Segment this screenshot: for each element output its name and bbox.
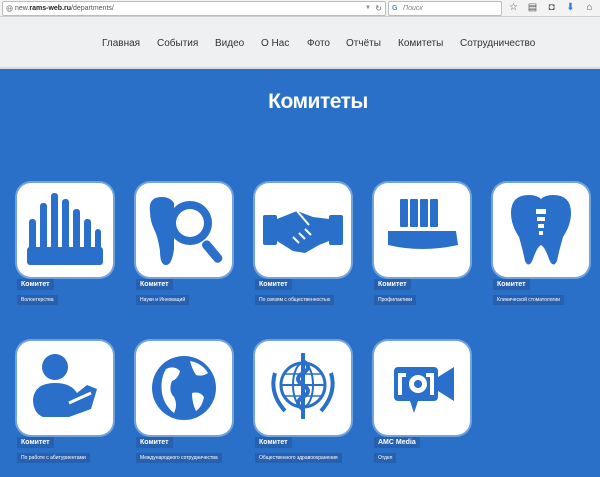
- committee-card-international[interactable]: Комитет Международного сотрудничества: [136, 341, 232, 471]
- site-header: Главная События Видео О Нас Фото Отчёты …: [0, 17, 600, 69]
- card-title: Комитет: [136, 279, 173, 290]
- dropdown-arrow-icon[interactable]: ▼: [365, 2, 371, 15]
- card-title: AMC Media: [374, 437, 420, 448]
- card-title: Комитет: [136, 437, 173, 448]
- address-url: new.rams-web.ru/departments/: [15, 5, 114, 12]
- card-title: Комитет: [255, 279, 292, 290]
- committee-card-prevention[interactable]: Комитет Профилактики: [374, 183, 470, 313]
- google-icon: G: [392, 5, 398, 12]
- video-camera-icon: [394, 367, 454, 413]
- nav-item-events[interactable]: События: [157, 38, 198, 49]
- main-content: Комитеты Комитет Волонтерства Комитет На…: [0, 69, 600, 477]
- card-title: Комитет: [255, 437, 292, 448]
- nav-item-reports[interactable]: Отчёты: [346, 38, 381, 49]
- nav-item-home[interactable]: Главная: [102, 38, 140, 49]
- handshake-icon: [263, 210, 343, 253]
- reading-list-icon[interactable]: ▤: [527, 2, 538, 13]
- browser-toolbar: new.rams-web.ru/departments/ ▼ ↻ G Поиск…: [0, 0, 600, 17]
- toothbrush-icon: [388, 199, 458, 249]
- pocket-icon[interactable]: ◘: [546, 2, 557, 13]
- nav-item-photo[interactable]: Фото: [307, 38, 330, 49]
- committee-card-science[interactable]: Комитет Науки и Инноваций: [136, 183, 232, 313]
- card-subtitle: Науки и Инноваций: [136, 295, 190, 305]
- committee-card-public-relations[interactable]: Комитет По связям с общественностью: [255, 183, 351, 313]
- bookmark-star-icon[interactable]: ☆: [508, 2, 519, 13]
- card-subtitle: Профилактики: [374, 295, 417, 305]
- globe-icon: [152, 356, 216, 420]
- search-bar[interactable]: G Поиск: [388, 1, 502, 16]
- student-reading-icon: [33, 354, 97, 417]
- card-subtitle: Волонтерства: [17, 295, 58, 305]
- home-icon[interactable]: ⌂: [584, 2, 595, 13]
- tooth-implant-icon: [511, 195, 571, 265]
- card-subtitle: Отдел: [374, 453, 397, 463]
- reload-icon[interactable]: ↻: [375, 2, 382, 15]
- card-title: Комитет: [374, 279, 411, 290]
- card-title: Комитет: [493, 279, 530, 290]
- committee-card-volunteering[interactable]: Комитет Волонтерства: [17, 183, 113, 313]
- volunteer-hands-icon: [27, 193, 103, 265]
- nav-item-about[interactable]: О Нас: [261, 38, 289, 49]
- card-subtitle: Клинической стоматологии: [493, 295, 564, 305]
- nav-item-cooperation[interactable]: Сотрудничество: [460, 38, 535, 49]
- tooth-magnifier-icon: [149, 197, 223, 265]
- who-emblem-icon: [271, 353, 335, 419]
- address-bar[interactable]: new.rams-web.ru/departments/ ▼ ↻: [2, 1, 386, 16]
- card-title: Комитет: [17, 437, 54, 448]
- card-title: Комитет: [17, 279, 54, 290]
- card-subtitle: По работе с абитуриентами: [17, 453, 90, 463]
- committee-card-amc-media[interactable]: AMC Media Отдел: [374, 341, 470, 471]
- card-subtitle: По связям с общественностью: [255, 295, 335, 305]
- nav-item-video[interactable]: Видео: [215, 38, 244, 49]
- nav-item-committees[interactable]: Комитеты: [398, 38, 443, 49]
- committee-card-clinical-dentistry[interactable]: Комитет Клинической стоматологии: [493, 183, 589, 313]
- committee-card-applicants[interactable]: Комитет По работе с абитуриентами: [17, 341, 113, 471]
- card-subtitle: Общественного здравоохранения: [255, 453, 342, 463]
- search-placeholder: Поиск: [403, 5, 423, 12]
- committee-card-public-health[interactable]: Комитет Общественного здравоохранения: [255, 341, 351, 471]
- page-title: Комитеты: [268, 90, 368, 113]
- card-subtitle: Международного сотрудничества: [136, 453, 222, 463]
- download-arrow-icon[interactable]: ⬇: [565, 2, 576, 13]
- globe-icon: [6, 5, 13, 12]
